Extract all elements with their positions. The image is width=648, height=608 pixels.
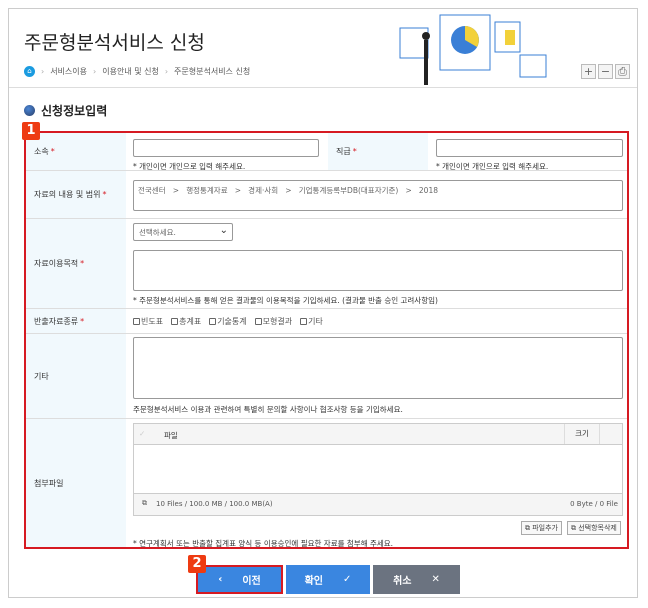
section-title-text: 신청정보입력 [41, 104, 108, 118]
cancel-button[interactable]: 취소 ✕ [373, 565, 460, 594]
chevron-left-icon: ‹ [218, 574, 223, 585]
zoom-out-button[interactable]: − [598, 64, 613, 79]
zoom-in-button[interactable]: + [581, 64, 596, 79]
page-title: 주문형분석서비스 신청 [24, 32, 205, 54]
highlight-box [24, 131, 629, 549]
breadcrumb-item[interactable]: 주문형분석서비스 신청 [174, 66, 250, 77]
print-button[interactable]: ⎙ [615, 64, 630, 79]
breadcrumb: ⌂ › 서비스이용 › 이용안내 및 신청 › 주문형분석서비스 신청 [24, 66, 250, 77]
breadcrumb-item[interactable]: 이용안내 및 신청 [102, 66, 159, 77]
header-illustration [399, 14, 547, 85]
divider [9, 87, 637, 88]
bullet-icon [24, 105, 35, 116]
close-icon: ✕ [431, 574, 440, 585]
check-icon: ✓ [343, 574, 352, 585]
breadcrumb-item[interactable]: 서비스이용 [50, 66, 87, 77]
home-icon[interactable]: ⌂ [24, 66, 35, 77]
prev-button[interactable]: ‹ 이전 [196, 565, 283, 594]
confirm-button[interactable]: 확인 ✓ [286, 565, 370, 594]
section-title: 신청정보입력 [24, 102, 107, 119]
step-badge: 1 [22, 122, 40, 140]
step-badge: 2 [188, 555, 206, 573]
